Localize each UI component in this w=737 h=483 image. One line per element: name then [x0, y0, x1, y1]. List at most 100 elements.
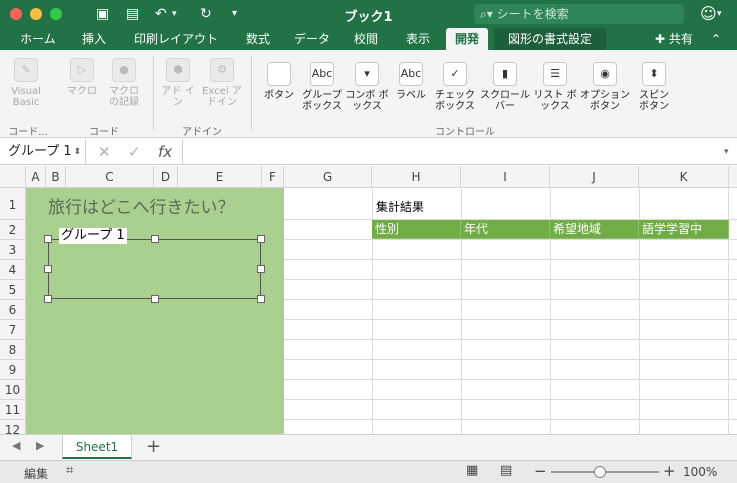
formula-input[interactable]: [182, 139, 722, 165]
column-header-c[interactable]: C: [66, 166, 154, 188]
row-header-7[interactable]: 7: [0, 320, 26, 340]
cancel-icon[interactable]: ✕: [98, 139, 111, 165]
next-sheet-icon[interactable]: ▶: [36, 439, 44, 452]
zoom-level[interactable]: 100%: [683, 465, 717, 479]
sheet-tab-sheet1[interactable]: Sheet1: [62, 435, 132, 459]
macro-button[interactable]: ▷ マクロ: [64, 58, 100, 97]
tab-formulas[interactable]: 数式: [238, 28, 278, 50]
zoom-in-icon[interactable]: +: [663, 462, 676, 480]
row-header-12[interactable]: 12: [0, 420, 26, 434]
option-button-control[interactable]: ◉ オプション ボタン: [578, 62, 632, 112]
tab-shape-format[interactable]: 図形の書式設定: [494, 28, 606, 50]
scroll-bar-control[interactable]: ▮ スクロール バー: [478, 62, 532, 112]
column-header-i[interactable]: I: [461, 166, 550, 188]
table-header-language[interactable]: 語学学習中: [639, 220, 729, 239]
gear-icon: ⚙: [210, 58, 234, 82]
row-header-6[interactable]: 6: [0, 300, 26, 320]
combo-box-control[interactable]: ▾ コンボ ボックス: [345, 62, 389, 112]
visual-basic-label: Visual Basic: [11, 86, 41, 108]
resize-handle[interactable]: [151, 235, 159, 243]
check-box-control[interactable]: ✓ チェック ボックス: [433, 62, 477, 112]
macro-record-status-icon[interactable]: ⌗: [66, 463, 73, 478]
select-all-corner[interactable]: [0, 166, 26, 188]
list-box-control[interactable]: ☰ リスト ボックス: [533, 62, 577, 112]
code-group-label: コード: [89, 127, 119, 138]
insert-function-icon[interactable]: fx: [158, 139, 172, 165]
row-header-5[interactable]: 5: [0, 280, 26, 300]
combo-box-icon: ▾: [355, 62, 379, 86]
resize-handle[interactable]: [44, 265, 52, 273]
row-header-10[interactable]: 10: [0, 380, 26, 400]
resize-handle[interactable]: [44, 235, 52, 243]
column-header-f[interactable]: F: [262, 166, 284, 188]
feedback-dropdown-icon[interactable]: ▾: [717, 5, 722, 23]
search-input[interactable]: ⌕▾ シートを検索: [474, 4, 684, 24]
record-macro-icon: ●: [112, 58, 136, 82]
row-header-3[interactable]: 3: [0, 240, 26, 260]
title-bar: ▣ ▤ ↶ ▾ ↻ ▾ ブック1 ⌕▾ シートを検索 ☺ ▾: [0, 0, 737, 28]
enter-icon[interactable]: ✓: [128, 139, 141, 165]
resize-handle[interactable]: [151, 295, 159, 303]
spin-button-control[interactable]: ⬍ スピン ボタン: [634, 62, 674, 112]
table-header-gender[interactable]: 性別: [372, 220, 461, 239]
column-header-filler: [729, 166, 737, 188]
group-box[interactable]: [48, 239, 261, 299]
tab-page-layout[interactable]: 印刷レイアウト: [126, 28, 226, 50]
tab-review[interactable]: 校閲: [346, 28, 386, 50]
zoom-out-icon[interactable]: −: [534, 462, 547, 480]
share-button[interactable]: ✚ 共有: [646, 28, 702, 50]
share-label: 共有: [668, 32, 693, 46]
group-box-label: グループ ボックス: [302, 90, 342, 112]
resize-handle[interactable]: [44, 295, 52, 303]
column-header-b[interactable]: B: [46, 166, 66, 188]
button-control[interactable]: ボタン: [258, 62, 300, 101]
addin-group-label: アドイン: [182, 127, 222, 138]
column-header-a[interactable]: A: [26, 166, 46, 188]
question-title[interactable]: 旅行はどこへ行きたい？: [48, 193, 235, 218]
column-header-k[interactable]: K: [639, 166, 729, 188]
summary-title[interactable]: 集計結果: [376, 198, 424, 215]
row-header-9[interactable]: 9: [0, 360, 26, 380]
collapse-ribbon-icon[interactable]: ⌃: [706, 28, 726, 50]
addin-button[interactable]: ⬢ アド イン: [160, 58, 196, 108]
column-header-h[interactable]: H: [372, 166, 461, 188]
table-header-region[interactable]: 希望地域: [550, 220, 639, 239]
excel-addin-label: Excel アドイン: [202, 86, 242, 108]
resize-handle[interactable]: [257, 295, 265, 303]
tab-insert[interactable]: 挿入: [74, 28, 114, 50]
group-box-caption[interactable]: グループ 1: [59, 228, 127, 244]
status-bar: 編集 ⌗ ▦ ▤ − + 100%: [0, 460, 737, 483]
normal-view-icon[interactable]: ▦: [466, 463, 478, 478]
list-box-label: リスト ボックス: [533, 90, 577, 112]
resize-handle[interactable]: [257, 265, 265, 273]
column-header-d[interactable]: D: [154, 166, 178, 188]
page-layout-view-icon[interactable]: ▤: [500, 463, 512, 478]
prev-sheet-icon[interactable]: ◀: [12, 439, 20, 452]
row-header-8[interactable]: 8: [0, 340, 26, 360]
tab-data[interactable]: データ: [288, 28, 336, 50]
name-box-spinner-icon[interactable]: ⬍: [73, 139, 81, 165]
smiley-feedback-icon[interactable]: ☺: [700, 5, 717, 23]
excel-addin-button[interactable]: ⚙ Excel アドイン: [200, 58, 244, 108]
column-header-e[interactable]: E: [178, 166, 262, 188]
tab-home[interactable]: ホーム: [10, 28, 66, 50]
expand-formula-icon[interactable]: ▾: [724, 139, 729, 165]
worksheet-grid[interactable]: A B C D E F G H I J K 1 2 3 4 5 6 7 8 9 …: [0, 166, 737, 434]
tab-developer[interactable]: 開発: [446, 28, 488, 50]
table-header-age[interactable]: 年代: [461, 220, 550, 239]
visual-basic-button[interactable]: ✎ Visual Basic: [4, 58, 48, 108]
column-header-g[interactable]: G: [284, 166, 372, 188]
zoom-slider-thumb[interactable]: [594, 466, 606, 478]
add-sheet-icon[interactable]: +: [146, 436, 161, 457]
group-box-control[interactable]: Abc グループ ボックス: [300, 62, 344, 112]
resize-handle[interactable]: [257, 235, 265, 243]
label-control[interactable]: Abc ラベル: [391, 62, 431, 101]
column-header-j[interactable]: J: [550, 166, 639, 188]
row-header-4[interactable]: 4: [0, 260, 26, 280]
tab-view[interactable]: 表示: [398, 28, 438, 50]
name-box[interactable]: グループ 1 ⬍: [0, 139, 86, 165]
row-header-11[interactable]: 11: [0, 400, 26, 420]
record-macro-button[interactable]: ● マクロ の記録: [104, 58, 144, 108]
row-header-1[interactable]: 1: [0, 188, 26, 220]
row-header-2[interactable]: 2: [0, 220, 26, 240]
